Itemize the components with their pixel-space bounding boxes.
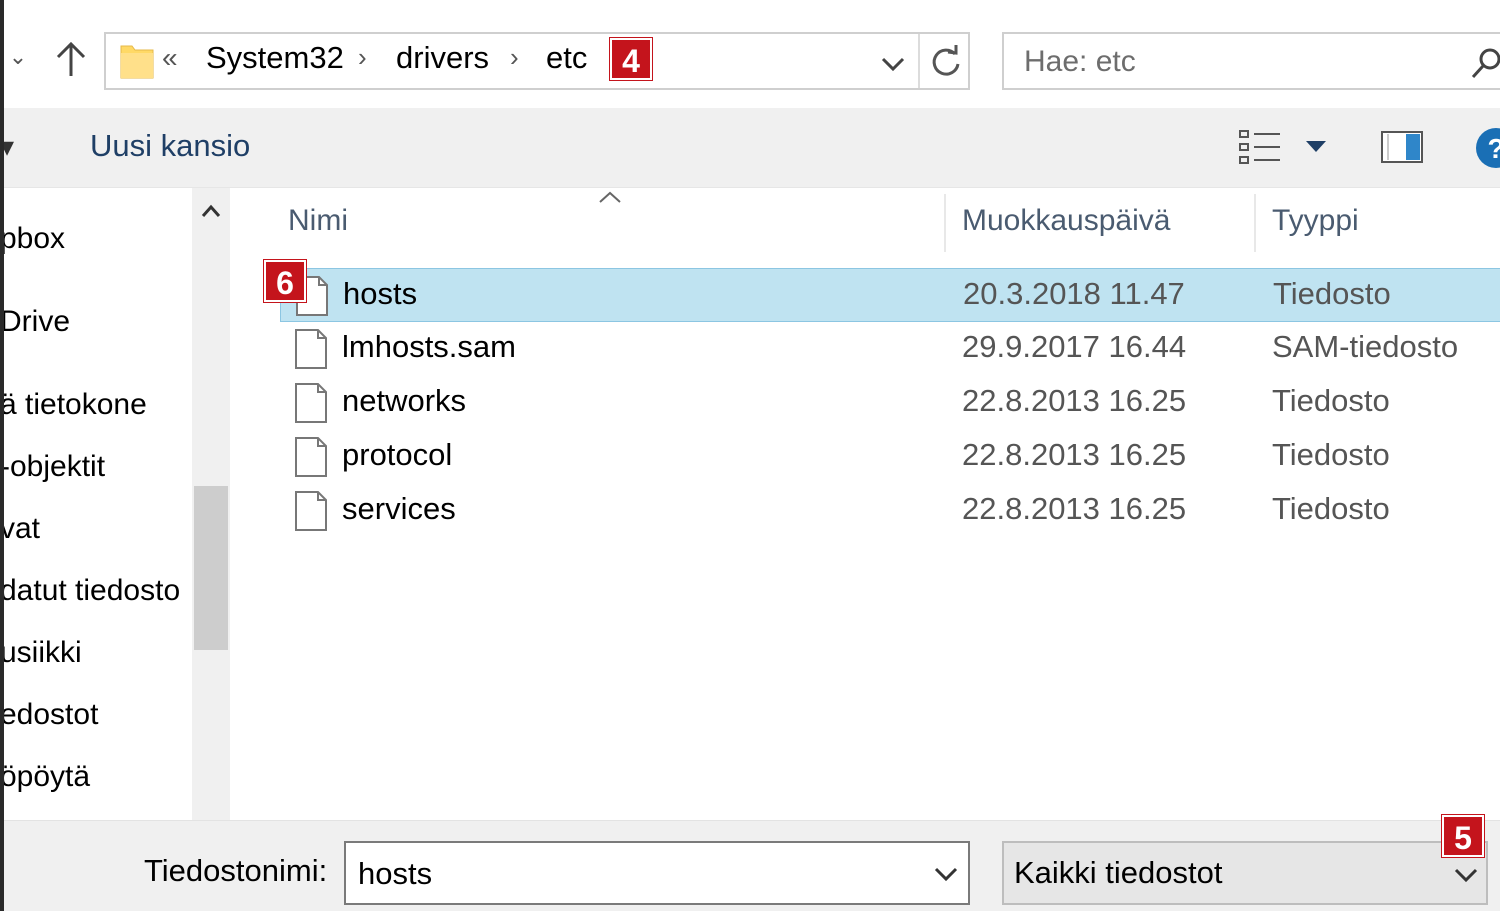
- details-view-icon[interactable]: [1238, 128, 1282, 166]
- view-dropdown-icon[interactable]: [1304, 138, 1328, 156]
- file-name: lmhosts.sam: [342, 329, 516, 364]
- file-date: 22.8.2013 16.25: [962, 437, 1187, 472]
- file-date: 29.9.2017 16.44: [962, 329, 1187, 364]
- file-date: 22.8.2013 16.25: [962, 491, 1187, 526]
- file-icon: [294, 328, 328, 370]
- navigation-pane: pbox Drive ä tietokone -objektit vat dat…: [0, 188, 236, 820]
- help-glyph: ?: [1487, 133, 1500, 164]
- file-icon: [294, 490, 328, 532]
- folder-icon: [120, 40, 154, 80]
- nav-item[interactable]: ä tietokone: [0, 388, 147, 422]
- nav-item[interactable]: Drive: [0, 305, 70, 339]
- nav-item[interactable]: pbox: [0, 222, 65, 256]
- file-name: networks: [342, 383, 467, 418]
- filename-input[interactable]: [356, 853, 920, 895]
- address-bar[interactable]: « System32 › drivers › etc 4: [104, 32, 970, 90]
- nav-item[interactable]: usiikki: [0, 636, 82, 670]
- breadcrumb-separator-icon[interactable]: ›: [358, 42, 367, 73]
- file-row-protocol[interactable]: protocol 22.8.2013 16.25 Tiedosto: [280, 430, 1500, 484]
- file-icon: [294, 436, 328, 478]
- step-badge-4: 4: [610, 38, 652, 80]
- overflow-chevron-icon[interactable]: «: [162, 42, 178, 74]
- sort-ascending-icon: [596, 188, 624, 206]
- nav-item[interactable]: datut tiedosto: [0, 574, 180, 608]
- filetype-select[interactable]: Kaikki tiedostot: [1002, 841, 1488, 905]
- file-type: SAM-tiedosto: [1272, 329, 1459, 364]
- breadcrumb-system32[interactable]: System32: [206, 40, 344, 76]
- breadcrumb-drivers[interactable]: drivers: [396, 40, 489, 76]
- recent-locations-dropdown-icon[interactable]: ⌄: [6, 44, 30, 74]
- new-folder-button[interactable]: Uusi kansio: [90, 128, 250, 164]
- column-header-type[interactable]: Tyyppi: [1272, 204, 1359, 238]
- preview-pane-icon[interactable]: [1380, 130, 1424, 164]
- file-date: 20.3.2018 11.47: [963, 276, 1185, 311]
- file-row-hosts[interactable]: hosts 20.3.2018 11.47 Tiedosto: [280, 268, 1500, 322]
- search-input[interactable]: [1022, 40, 1456, 84]
- step-badge-5: 5: [1442, 815, 1484, 857]
- scrollbar-thumb[interactable]: [194, 486, 228, 650]
- file-type: Tiedosto: [1272, 383, 1390, 418]
- file-list: Nimi Muokkauspäivä Tyyppi hosts 20.3.201…: [240, 188, 1500, 820]
- help-icon[interactable]: ?: [1474, 126, 1500, 170]
- column-header-name[interactable]: Nimi: [288, 204, 348, 238]
- file-icon: [294, 382, 328, 424]
- column-divider[interactable]: [944, 194, 946, 252]
- file-row-networks[interactable]: networks 22.8.2013 16.25 Tiedosto: [280, 376, 1500, 430]
- file-type: Tiedosto: [1273, 276, 1391, 311]
- column-header-modified[interactable]: Muokkauspäivä: [962, 204, 1170, 238]
- nav-item[interactable]: edostot: [0, 698, 98, 732]
- step-badge-6: 6: [264, 260, 306, 302]
- window-left-border: [0, 0, 4, 911]
- refresh-icon[interactable]: [926, 42, 966, 82]
- file-type: Tiedosto: [1272, 437, 1390, 472]
- nav-item[interactable]: -objektit: [0, 450, 105, 484]
- column-divider[interactable]: [1254, 194, 1256, 252]
- nav-item[interactable]: öpöytä: [0, 760, 90, 794]
- file-type: Tiedosto: [1272, 491, 1390, 526]
- filetype-value: Kaikki tiedostot: [1014, 855, 1223, 890]
- filename-label: Tiedostonimi:: [144, 853, 328, 888]
- file-name: hosts: [343, 276, 418, 311]
- file-name: services: [342, 491, 456, 526]
- chevron-down-icon[interactable]: [878, 48, 908, 78]
- navigation-bar: ⌄ « System32 › drivers › etc 4: [0, 0, 1500, 108]
- scroll-up-icon[interactable]: [200, 202, 222, 220]
- search-icon[interactable]: [1470, 46, 1500, 80]
- up-arrow-icon[interactable]: [50, 38, 92, 80]
- address-divider: [918, 34, 920, 88]
- nav-scrollbar[interactable]: [192, 188, 230, 820]
- command-bar: ▾ Uusi kansio ?: [0, 108, 1500, 188]
- filename-combobox[interactable]: [344, 841, 970, 905]
- file-row-services[interactable]: services 22.8.2013 16.25 Tiedosto: [280, 484, 1500, 538]
- file-date: 22.8.2013 16.25: [962, 383, 1187, 418]
- nav-item[interactable]: vat: [0, 512, 40, 546]
- chevron-down-icon[interactable]: [1452, 865, 1480, 885]
- search-box[interactable]: [1002, 32, 1500, 90]
- breadcrumb-etc[interactable]: etc: [546, 40, 587, 76]
- chevron-down-icon[interactable]: [932, 863, 960, 885]
- file-row-lmhosts[interactable]: lmhosts.sam 29.9.2017 16.44 SAM-tiedosto: [280, 322, 1500, 376]
- breadcrumb-separator-icon[interactable]: ›: [510, 42, 519, 73]
- file-name: protocol: [342, 437, 453, 472]
- file-name-bar: Tiedostonimi: 5 Kaikki tiedostot: [0, 815, 1500, 911]
